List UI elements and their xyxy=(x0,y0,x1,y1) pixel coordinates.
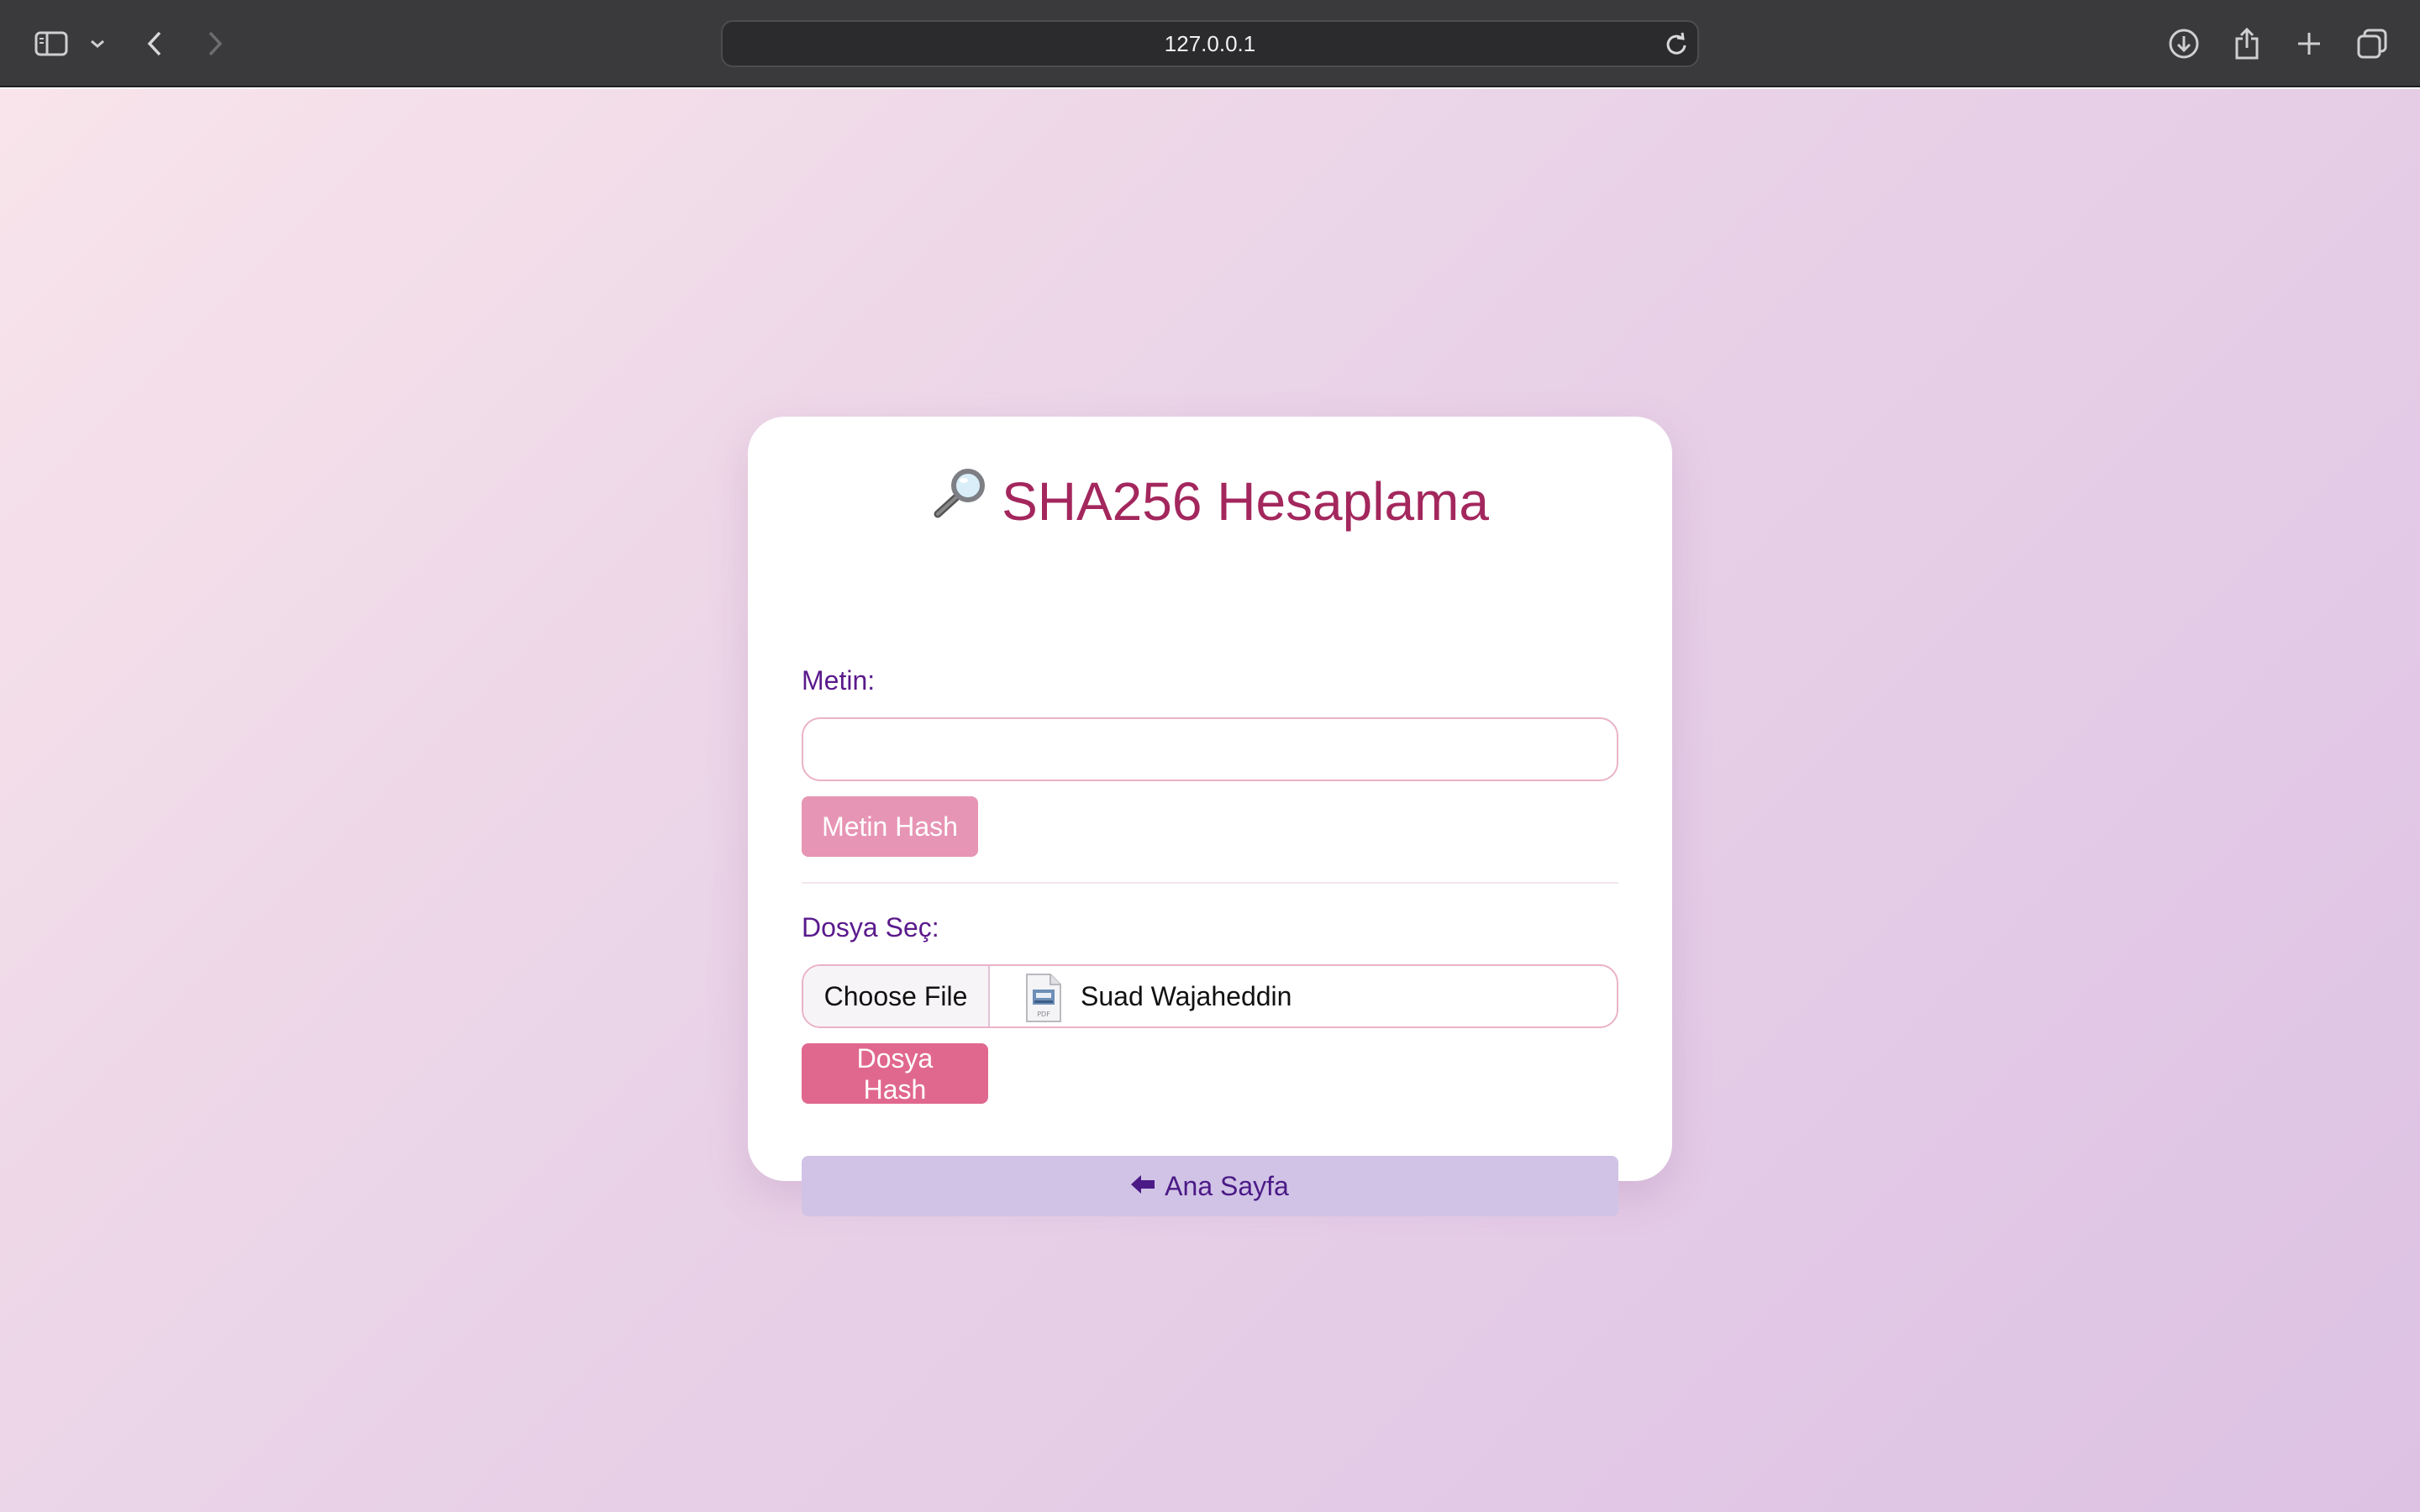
tab-overview-icon[interactable] xyxy=(2354,22,2390,66)
selected-file-name: Suad Wajaheddin xyxy=(1081,981,1292,1011)
dosya-hash-button[interactable]: Dosya Hash xyxy=(802,1043,988,1105)
page-title: SHA256 Hesaplama xyxy=(748,464,1672,539)
magnifying-glass-icon xyxy=(931,463,988,538)
page-background: SHA256 Hesaplama Metin: Metin Hash Dosya… xyxy=(0,89,2420,1512)
new-tab-icon[interactable] xyxy=(2292,22,2326,66)
choose-file-button[interactable]: Choose File xyxy=(803,966,990,1026)
left-arrow-icon xyxy=(1131,1156,1156,1216)
reload-icon[interactable] xyxy=(1664,32,1689,61)
download-icon[interactable] xyxy=(2166,22,2202,66)
address-bar[interactable]: 127.0.0.1 xyxy=(721,20,1699,67)
hash-card: SHA256 Hesaplama Metin: Metin Hash Dosya… xyxy=(748,417,1672,1216)
file-input[interactable]: Choose File PDF Suad Wajaheddin xyxy=(802,964,1618,1028)
url-text: 127.0.0.1 xyxy=(1164,31,1256,56)
metin-hash-button[interactable]: Metin Hash xyxy=(802,796,978,857)
section-divider xyxy=(802,882,1618,884)
home-button[interactable]: Ana Sayfa xyxy=(802,1156,1618,1216)
file-label: Dosya Seç: xyxy=(802,912,939,942)
browser-toolbar: 127.0.0.1 xyxy=(0,0,2420,87)
svg-text:PDF: PDF xyxy=(1037,1011,1050,1018)
title-text: SHA256 Hesaplama xyxy=(1002,471,1489,532)
pdf-file-icon: PDF xyxy=(1022,973,1065,1026)
forward-icon[interactable] xyxy=(202,22,229,66)
share-icon[interactable] xyxy=(2230,22,2264,66)
chevron-down-icon[interactable] xyxy=(87,22,108,66)
home-button-label: Ana Sayfa xyxy=(1165,1171,1289,1201)
sidebar-toggle-icon[interactable] xyxy=(32,22,71,66)
text-input[interactable] xyxy=(802,717,1618,781)
back-icon[interactable] xyxy=(141,22,168,66)
text-label: Metin: xyxy=(802,665,876,696)
